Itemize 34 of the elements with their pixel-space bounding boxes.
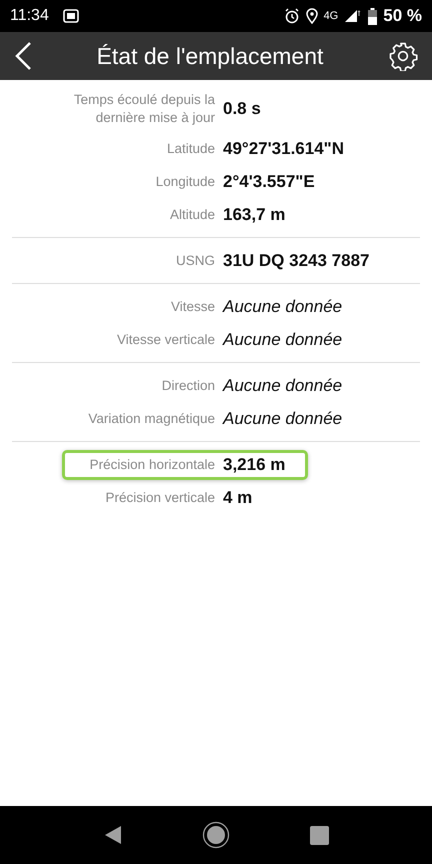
field-label: Précision horizontale [88,456,215,474]
field-label: Direction [160,376,215,395]
location-icon [306,8,318,24]
field-value: 163,7 m [223,204,286,225]
status-time: 11:34 [10,7,49,25]
field-value: Aucune donnée [223,376,342,396]
field-label: Latitude [166,140,215,158]
field-value: Aucune donnée [223,330,342,350]
battery-icon [368,8,378,24]
field-value: 3,216 m [223,454,286,475]
field-label: USNG [174,252,215,270]
alarm-icon [284,8,300,24]
field-value: 2°4'3.557"E [223,172,315,192]
network-type: 4G [324,10,338,22]
field-label: Altitude [168,206,215,224]
field-value: Aucune donnée [223,408,342,429]
field-value: Aucune donnée [223,296,342,317]
field-value: 49°27'31.614"N [223,138,344,159]
field-label: Précision verticale [104,488,215,507]
battery-level: 50 % [383,6,422,26]
field-value: 4 m [223,488,252,508]
field-label: Longitude [154,172,215,191]
field-label: Vitesse [170,298,215,316]
back-nav-icon[interactable] [104,825,122,845]
field-value: 31U DQ 3243 7887 [223,250,370,271]
field-value: 0.8 s [223,99,261,120]
screen-title: État de l'emplacement [96,42,324,70]
home-nav-icon[interactable] [202,821,230,849]
field-label: Temps écoulé depuis la dernière mise à jour [72,91,215,128]
field-label: Vitesse verticale [116,330,215,349]
screenshot-icon [62,9,79,23]
recents-nav-icon[interactable] [310,826,328,844]
field-label: Variation magnétique [87,410,215,428]
signal-icon [344,9,362,23]
